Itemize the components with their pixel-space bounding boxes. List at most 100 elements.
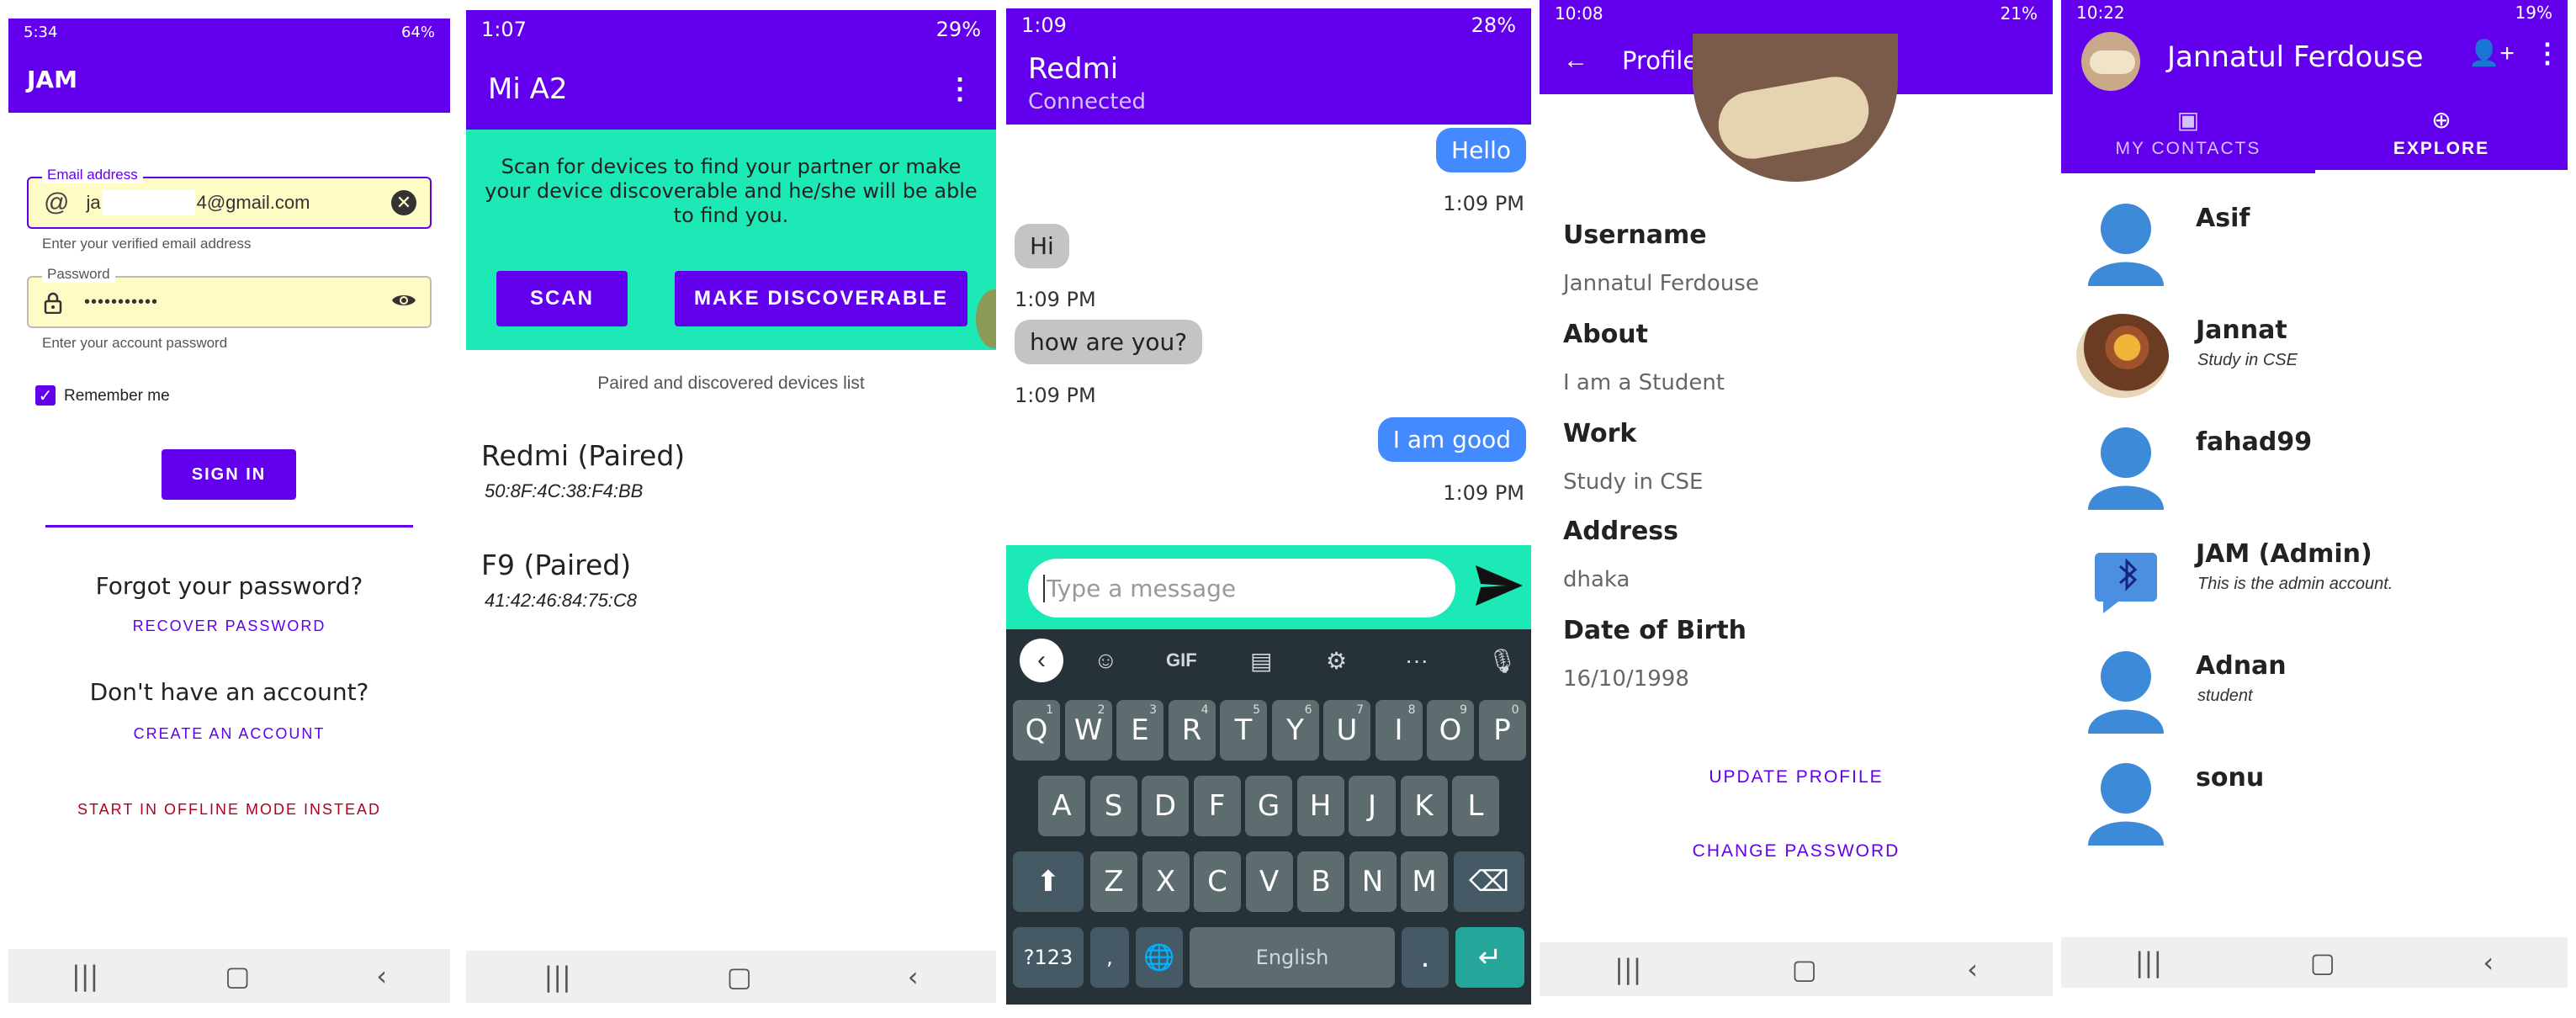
password-value: •••••••••••: [84, 292, 159, 311]
key-t[interactable]: T5: [1220, 700, 1267, 761]
message-time: 1:09 PM: [1015, 384, 1096, 407]
key-w[interactable]: W2: [1064, 700, 1112, 761]
key-u[interactable]: U7: [1323, 700, 1370, 761]
backspace-key[interactable]: ⌫: [1454, 851, 1524, 912]
key-v[interactable]: V: [1245, 851, 1293, 912]
tab-my-contacts[interactable]: ▣ MY CONTACTS: [2061, 99, 2315, 173]
device-item[interactable]: Redmi (Paired) 50:8F:4C:38:F4:BB: [481, 439, 952, 520]
settings-icon[interactable]: ⚙: [1326, 647, 1347, 675]
key-n[interactable]: N: [1349, 851, 1397, 912]
period-key[interactable]: .: [1402, 927, 1449, 988]
recents-icon[interactable]: |||: [2135, 946, 2162, 978]
back-icon[interactable]: ‹: [2483, 946, 2494, 978]
home-icon[interactable]: ▢: [727, 961, 752, 993]
key-g[interactable]: G: [1245, 776, 1292, 836]
add-contact-icon[interactable]: 👤+: [2468, 39, 2515, 68]
status-bar: 10:08 21%: [1540, 0, 2053, 27]
scan-button[interactable]: SCAN: [496, 271, 628, 326]
overflow-menu-icon[interactable]: ⋮: [2534, 37, 2561, 69]
contact-item[interactable]: Adnan student: [2061, 638, 2568, 747]
message-input[interactable]: Type a message: [1028, 559, 1455, 618]
clipboard-icon[interactable]: ▤: [1250, 647, 1272, 675]
key-h[interactable]: H: [1296, 776, 1344, 836]
more-icon[interactable]: ···: [1405, 647, 1428, 674]
back-icon[interactable]: ‹: [1967, 953, 1978, 985]
space-key[interactable]: English: [1190, 927, 1395, 988]
clear-icon[interactable]: ✕: [391, 190, 416, 215]
status-time: 5:34: [24, 23, 58, 41]
create-account-link[interactable]: CREATE AN ACCOUNT: [8, 725, 450, 743]
shift-key[interactable]: ⬆: [1013, 851, 1084, 912]
gif-button[interactable]: GIF: [1166, 650, 1197, 671]
key-m[interactable]: M: [1401, 851, 1448, 912]
contact-item[interactable]: Jannat Study in CSE: [2061, 302, 2568, 411]
offline-mode-link[interactable]: START IN OFFLINE MODE INSTEAD: [8, 801, 450, 819]
collapse-icon[interactable]: ‹: [1020, 639, 1063, 682]
back-icon[interactable]: ‹: [376, 960, 387, 992]
tab-explore[interactable]: ⊕ EXPLORE: [2315, 99, 2568, 173]
recents-icon[interactable]: |||: [1614, 953, 1641, 985]
person-icon: [2088, 650, 2164, 734]
remember-checkbox[interactable]: ✓: [35, 385, 56, 406]
symbols-key[interactable]: ?123: [1013, 927, 1084, 988]
overflow-menu-icon[interactable]: ⋮: [946, 72, 974, 106]
home-icon[interactable]: ▢: [1792, 953, 1817, 985]
recover-password-link[interactable]: RECOVER PASSWORD: [8, 618, 450, 635]
contact-item[interactable]: JAM (Admin) This is the admin account.: [2061, 526, 2568, 635]
profile-photo: [1693, 34, 1898, 182]
sign-in-button[interactable]: SIGN IN: [162, 449, 296, 500]
key-l[interactable]: L: [1452, 776, 1499, 836]
status-bar: 10:22 19%: [2061, 0, 2568, 25]
status-bar: 5:34 64%: [8, 19, 450, 45]
key-c[interactable]: C: [1194, 851, 1241, 912]
key-a[interactable]: A: [1038, 776, 1085, 836]
contact-item[interactable]: sonu: [2061, 750, 2568, 859]
key-q[interactable]: Q1: [1013, 700, 1060, 761]
back-icon[interactable]: ‹: [908, 961, 919, 993]
home-icon[interactable]: ▢: [2310, 946, 2335, 978]
key-e[interactable]: E3: [1116, 700, 1163, 761]
globe-key[interactable]: 🌐: [1136, 927, 1183, 988]
key-k[interactable]: K: [1400, 776, 1448, 836]
mic-icon[interactable]: 🎙: [1487, 647, 1518, 675]
key-p[interactable]: P0: [1478, 700, 1526, 761]
change-password-button[interactable]: CHANGE PASSWORD: [1540, 841, 2053, 862]
home-icon[interactable]: ▢: [225, 960, 250, 992]
message-bubble-sent: I am good: [1377, 417, 1526, 462]
no-account-text: Don't have an account?: [89, 678, 369, 706]
key-d[interactable]: D: [1142, 776, 1189, 836]
email-field[interactable]: Email address @ ja 4@gmail.com ✕: [27, 167, 432, 229]
key-r[interactable]: R4: [1168, 700, 1216, 761]
key-o[interactable]: O9: [1427, 700, 1474, 761]
eye-icon[interactable]: [391, 291, 416, 314]
field-label: Username: [1563, 220, 1707, 250]
comma-key[interactable]: ,: [1090, 927, 1129, 988]
key-z[interactable]: Z: [1090, 851, 1137, 912]
key-b[interactable]: B: [1297, 851, 1344, 912]
update-profile-button[interactable]: UPDATE PROFILE: [1540, 767, 2053, 787]
key-s[interactable]: S: [1089, 776, 1137, 836]
sticker-icon[interactable]: ☺: [1094, 647, 1118, 674]
recents-icon[interactable]: |||: [72, 960, 98, 992]
nav-bar: ||| ▢ ‹: [2061, 937, 2568, 988]
key-f[interactable]: F: [1193, 776, 1241, 836]
contacts-screen: 10:22 19% Jannatul Ferdouse 👤+ ⋮ ▣ MY CO…: [2061, 0, 2568, 988]
password-field[interactable]: Password •••••••••••: [27, 266, 432, 328]
avatar[interactable]: [2081, 32, 2140, 91]
recents-icon[interactable]: |||: [543, 961, 570, 993]
key-j[interactable]: J: [1349, 776, 1396, 836]
app-title: Mi A2: [488, 72, 568, 106]
device-item[interactable]: F9 (Paired) 41:42:46:84:75:C8: [481, 549, 952, 629]
back-arrow-icon[interactable]: ←: [1563, 46, 1588, 75]
keyboard-toolbar: ‹ ☺ GIF ▤ ⚙ ··· 🎙: [1006, 629, 1531, 692]
make-discoverable-button[interactable]: MAKE DISCOVERABLE: [675, 271, 967, 326]
key-x[interactable]: X: [1142, 851, 1190, 912]
status-battery: 28%: [1471, 13, 1516, 37]
nav-bar: ||| ▢ ‹: [1540, 942, 2053, 996]
key-i[interactable]: I8: [1375, 700, 1423, 761]
key-y[interactable]: Y6: [1271, 700, 1319, 761]
send-icon[interactable]: [1474, 562, 1524, 613]
contact-item[interactable]: Asif: [2061, 190, 2568, 300]
enter-key[interactable]: ↵: [1455, 927, 1524, 988]
contact-item[interactable]: fahad99: [2061, 414, 2568, 523]
